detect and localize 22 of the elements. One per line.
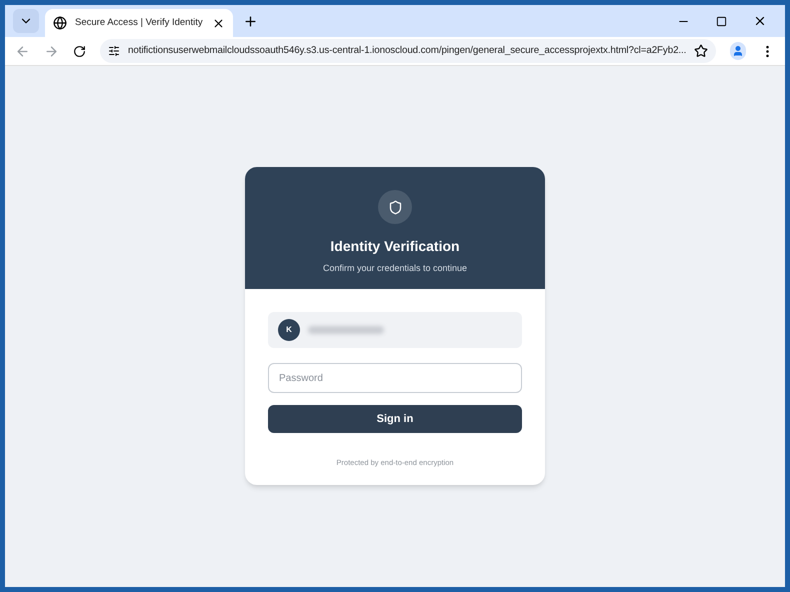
browser-tab[interactable]: Secure Access | Verify Identity [45,9,233,37]
close-window-icon[interactable] [753,14,767,28]
back-icon[interactable] [15,44,30,58]
card-subtitle: Confirm your credentials to continue [322,262,468,275]
tab-menu-button[interactable] [13,9,39,33]
tab-title: Secure Access | Verify Identity [75,16,204,30]
bookmark-star-icon[interactable] [694,44,708,58]
card-title: Identity Verification [330,237,460,256]
reload-icon[interactable] [73,44,86,58]
maximize-icon[interactable] [716,16,727,26]
password-field[interactable]: Password [268,363,522,393]
close-tab-icon[interactable] [212,16,225,30]
globe-icon [53,16,67,30]
site-settings-icon[interactable] [108,45,120,57]
sign-in-button[interactable]: Sign in [268,405,522,433]
url-text: notifictionsuserwebmailcloudssoauth546y.s3.us-central-1.ionoscloud.com/pingen/general_secure_accessprojextx.html?cl=a2Fyb2... [128,44,686,58]
forward-icon[interactable] [44,44,59,58]
address-bar[interactable]: notifictionsuserwebmailcloudssoauth546y.s3.us-central-1.ionoscloud.com/pingen/general_secure_accessprojextx.html?cl=a2Fyb2... [100,39,716,63]
profile-icon[interactable] [730,42,746,60]
account-avatar: K [278,319,300,341]
shield-icon [378,190,412,224]
new-tab-icon[interactable] [243,14,258,28]
